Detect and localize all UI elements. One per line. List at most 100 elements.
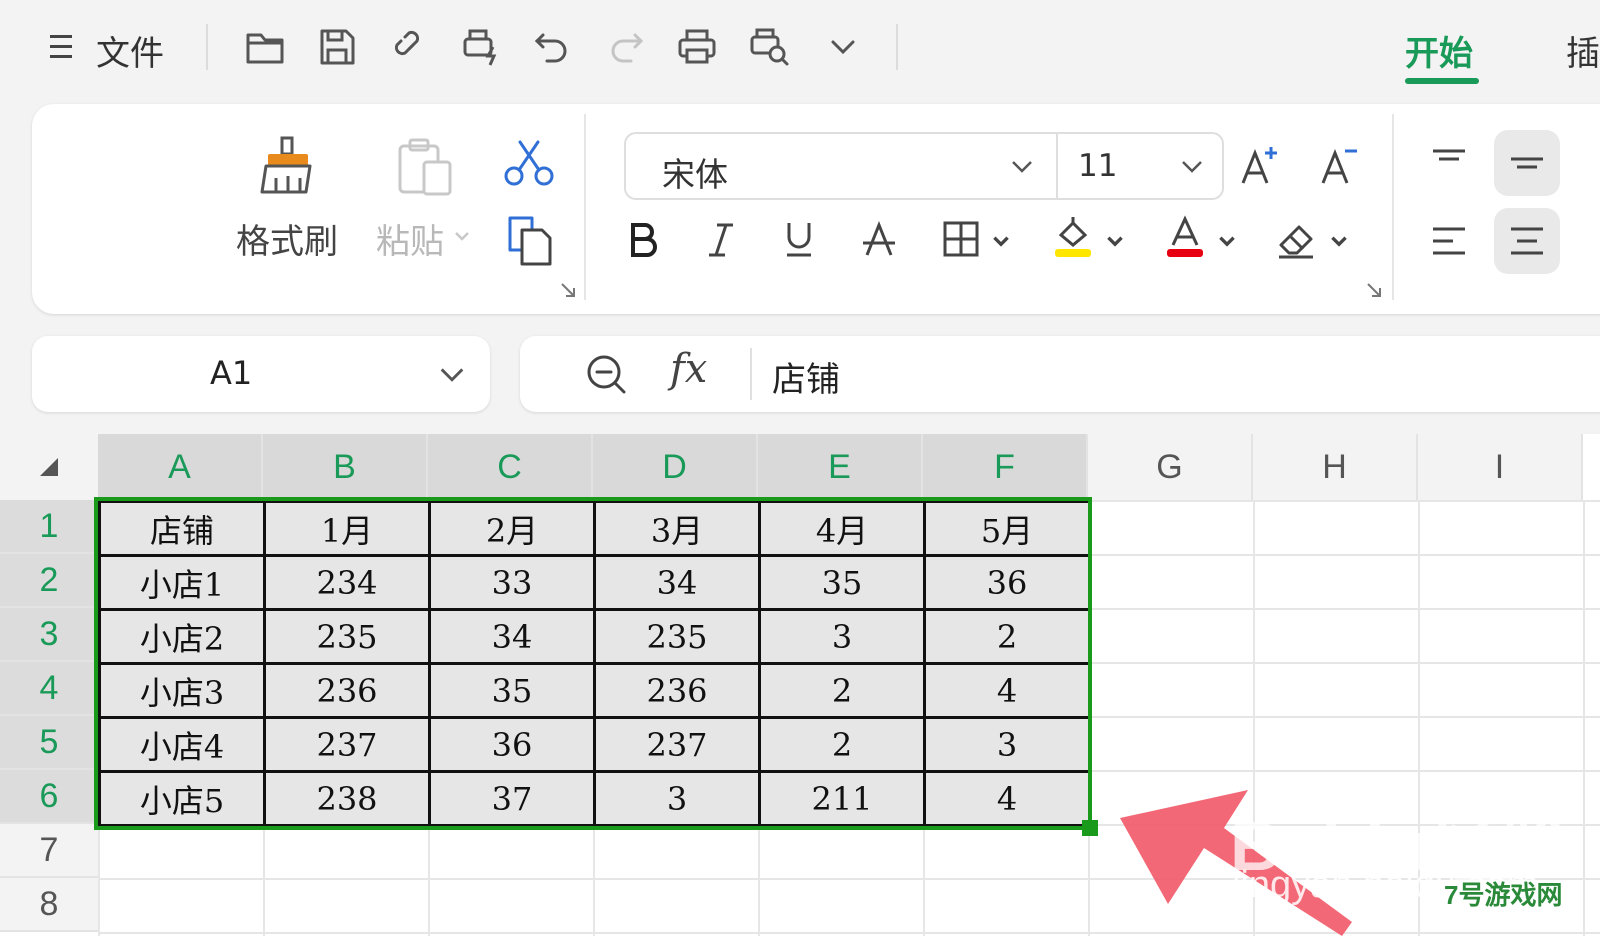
row-header-3[interactable]: 3 xyxy=(0,608,98,662)
insert-function-button[interactable]: fx xyxy=(670,346,707,392)
column-header-b[interactable]: B xyxy=(263,434,428,500)
cell-f2[interactable]: 36 xyxy=(923,554,1091,611)
cell-f6[interactable]: 4 xyxy=(923,770,1091,827)
paste-button[interactable] xyxy=(394,136,458,200)
cell-c6[interactable]: 37 xyxy=(428,770,596,827)
cell-reference[interactable]: A1 xyxy=(210,354,252,392)
cell-a5[interactable]: 小店4 xyxy=(98,716,266,773)
increase-font-size-button[interactable] xyxy=(1232,138,1286,192)
name-box-chevron-down-icon[interactable] xyxy=(436,358,468,390)
bold-button[interactable] xyxy=(616,212,670,266)
cell-c3[interactable]: 34 xyxy=(428,608,596,665)
menu-button[interactable] xyxy=(44,22,84,72)
font-dialog-launcher-icon[interactable] xyxy=(1366,282,1384,300)
font-size-select[interactable]: 11 xyxy=(1078,148,1117,184)
cut-button[interactable] xyxy=(502,138,556,188)
cell-d3[interactable]: 235 xyxy=(593,608,761,665)
align-center-button[interactable] xyxy=(1494,208,1560,274)
font-size-chevron-down-icon[interactable] xyxy=(1178,152,1206,180)
name-box[interactable]: A1 xyxy=(32,336,490,412)
cell-f1[interactable]: 5月 xyxy=(923,500,1091,557)
paste-label[interactable]: 粘贴 xyxy=(376,214,444,263)
quick-print-button[interactable] xyxy=(456,22,506,72)
column-header-h[interactable]: H xyxy=(1253,434,1418,500)
cell-f5[interactable]: 3 xyxy=(923,716,1091,773)
format-painter-button[interactable] xyxy=(252,132,324,202)
borders-button[interactable] xyxy=(934,212,988,266)
cell-c1[interactable]: 2月 xyxy=(428,500,596,557)
cell-e5[interactable]: 2 xyxy=(758,716,926,773)
align-left-button[interactable] xyxy=(1416,208,1482,274)
print-button[interactable] xyxy=(672,22,722,72)
cell-d4[interactable]: 236 xyxy=(593,662,761,719)
cell-f3[interactable]: 2 xyxy=(923,608,1091,665)
cell-d2[interactable]: 34 xyxy=(593,554,761,611)
cell-b4[interactable]: 236 xyxy=(263,662,431,719)
column-header-e[interactable]: E xyxy=(758,434,923,500)
row-header-1[interactable]: 1 xyxy=(0,500,98,554)
column-header-i[interactable]: I xyxy=(1418,434,1583,500)
cell-a3[interactable]: 小店2 xyxy=(98,608,266,665)
zoom-out-icon[interactable] xyxy=(584,352,630,398)
cell-e1[interactable]: 4月 xyxy=(758,500,926,557)
cell-c5[interactable]: 36 xyxy=(428,716,596,773)
fill-color-button[interactable] xyxy=(1046,210,1100,264)
column-header-a[interactable]: A xyxy=(98,434,263,500)
cell-e3[interactable]: 3 xyxy=(758,608,926,665)
cell-a2[interactable]: 小店1 xyxy=(98,554,266,611)
cell-a4[interactable]: 小店3 xyxy=(98,662,266,719)
underline-button[interactable] xyxy=(772,212,826,266)
cell-b5[interactable]: 237 xyxy=(263,716,431,773)
row-header-7[interactable]: 7 xyxy=(0,824,98,878)
cell-c2[interactable]: 33 xyxy=(428,554,596,611)
cell-b6[interactable]: 238 xyxy=(263,770,431,827)
font-name-chevron-down-icon[interactable] xyxy=(1008,152,1036,180)
cell-a1[interactable]: 店铺 xyxy=(98,500,266,557)
more-commands-button[interactable] xyxy=(818,22,868,72)
clear-format-button[interactable] xyxy=(1270,212,1324,266)
fill-handle[interactable] xyxy=(1082,820,1098,836)
row-header-4[interactable]: 4 xyxy=(0,662,98,716)
font-name-select[interactable]: 宋体 xyxy=(662,148,728,196)
font-color-chevron-down-icon[interactable] xyxy=(1216,230,1238,252)
font-color-button[interactable] xyxy=(1158,210,1212,264)
tab-start[interactable]: 开始 xyxy=(1405,26,1473,75)
redo-button[interactable] xyxy=(600,22,650,72)
cell-d5[interactable]: 237 xyxy=(593,716,761,773)
column-header-d[interactable]: D xyxy=(593,434,758,500)
cell-f4[interactable]: 4 xyxy=(923,662,1091,719)
row-header-6[interactable]: 6 xyxy=(0,770,98,824)
strikethrough-button[interactable] xyxy=(852,212,906,266)
cell-d6[interactable]: 3 xyxy=(593,770,761,827)
column-header-f[interactable]: F xyxy=(923,434,1088,500)
tab-insert[interactable]: 插 xyxy=(1566,26,1600,75)
formula-input[interactable]: 店铺 xyxy=(772,352,840,401)
italic-button[interactable] xyxy=(694,212,748,266)
copy-button[interactable] xyxy=(504,214,558,268)
align-middle-button[interactable] xyxy=(1494,130,1560,196)
cell-e6[interactable]: 211 xyxy=(758,770,926,827)
clipboard-dialog-launcher-icon[interactable] xyxy=(560,282,578,300)
decrease-font-size-button[interactable] xyxy=(1312,138,1366,192)
open-button[interactable] xyxy=(240,22,290,72)
cell-d1[interactable]: 3月 xyxy=(593,500,761,557)
row-header-5[interactable]: 5 xyxy=(0,716,98,770)
save-button[interactable] xyxy=(312,22,362,72)
borders-chevron-down-icon[interactable] xyxy=(990,230,1012,252)
cell-e2[interactable]: 35 xyxy=(758,554,926,611)
file-menu[interactable]: 文件 xyxy=(96,26,164,75)
cell-a6[interactable]: 小店5 xyxy=(98,770,266,827)
select-all-corner[interactable] xyxy=(0,434,98,500)
cell-e4[interactable]: 2 xyxy=(758,662,926,719)
share-link-button[interactable] xyxy=(386,22,436,72)
fill-color-chevron-down-icon[interactable] xyxy=(1104,230,1126,252)
clear-format-chevron-down-icon[interactable] xyxy=(1328,230,1350,252)
cell-c4[interactable]: 35 xyxy=(428,662,596,719)
align-top-button[interactable] xyxy=(1416,130,1482,196)
cell-b2[interactable]: 234 xyxy=(263,554,431,611)
column-header-g[interactable]: G xyxy=(1088,434,1253,500)
row-header-2[interactable]: 2 xyxy=(0,554,98,608)
cell-b3[interactable]: 235 xyxy=(263,608,431,665)
row-header-8[interactable]: 8 xyxy=(0,878,98,932)
cell-b1[interactable]: 1月 xyxy=(263,500,431,557)
